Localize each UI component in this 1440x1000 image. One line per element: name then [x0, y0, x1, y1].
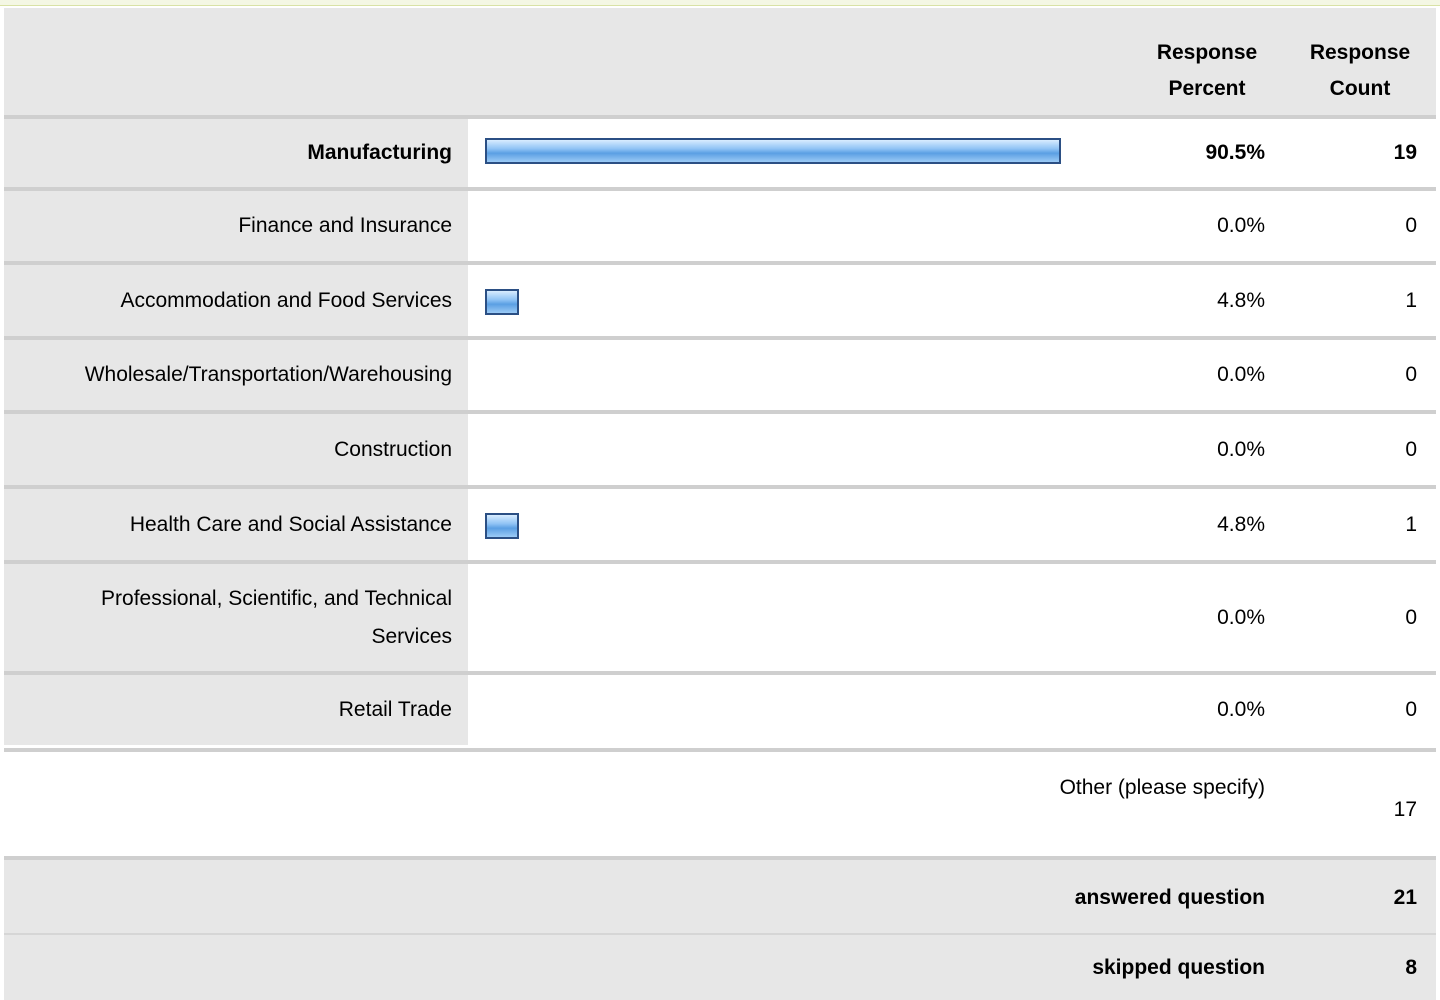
- response-count: 0: [1405, 698, 1417, 721]
- header-response-count: Response Count: [1309, 41, 1411, 100]
- category-label: Construction: [4, 414, 468, 485]
- response-bar: [485, 513, 519, 539]
- skipped-count: 8: [1405, 955, 1417, 979]
- answered-count: 21: [1393, 885, 1417, 909]
- table-row: Finance and Insurance 0.0% 0: [4, 187, 1436, 261]
- response-percent: 0.0%: [1217, 363, 1265, 386]
- response-count: 0: [1405, 605, 1417, 629]
- category-label-text: Construction: [334, 437, 452, 461]
- category-label: Health Care and Social Assistance: [4, 489, 468, 560]
- response-bar: [485, 138, 1061, 164]
- response-percent: 0.0%: [1217, 214, 1265, 237]
- table-row: Manufacturing 90.5% 19: [4, 115, 1436, 187]
- response-count: 1: [1405, 288, 1417, 312]
- category-label-text: Finance and Insurance: [238, 214, 452, 237]
- category-label: Finance and Insurance: [4, 191, 468, 261]
- survey-results-table: Response Percent Response Count Manufact…: [0, 0, 1440, 1000]
- category-label-text: Health Care and Social Assistance: [129, 512, 452, 536]
- skipped-label: skipped question: [1092, 955, 1265, 979]
- category-label-text: Retail Trade: [338, 698, 452, 721]
- table-row: Health Care and Social Assistance 4.8% 1: [4, 485, 1436, 560]
- table-row: Construction 0.0% 0: [4, 410, 1436, 485]
- response-percent: 0.0%: [1217, 605, 1265, 629]
- response-count: 0: [1405, 214, 1417, 237]
- response-percent: 0.0%: [1217, 437, 1265, 461]
- category-label-text: Manufacturing: [307, 141, 452, 164]
- category-label-line2: Services: [371, 624, 452, 648]
- category-label-line1: Professional, Scientific, and Technical: [101, 586, 452, 610]
- response-count: 0: [1405, 363, 1417, 386]
- other-row: Other (please specify) 17: [4, 748, 1436, 856]
- answered-label: answered question: [1074, 885, 1265, 909]
- table-row: Professional, Scientific, and Technical …: [4, 560, 1436, 671]
- response-percent: 4.8%: [1217, 512, 1265, 536]
- response-percent: 0.0%: [1217, 698, 1265, 721]
- category-label-text: Wholesale/Transportation/Warehousing: [84, 363, 452, 386]
- top-divider: [0, 0, 1440, 6]
- other-label: Other (please specify): [1059, 776, 1265, 799]
- category-label-text: Accommodation and Food Services: [120, 288, 453, 312]
- response-bar: [485, 289, 519, 315]
- category-label: Professional, Scientific, and Technical …: [4, 564, 468, 671]
- category-label: Accommodation and Food Services: [4, 265, 468, 336]
- category-label: Wholesale/Transportation/Warehousing: [4, 340, 468, 410]
- category-label: Manufacturing: [4, 119, 468, 187]
- other-count: 17: [1393, 798, 1417, 821]
- header-response-percent: Response Percent: [1156, 41, 1258, 100]
- response-percent: 4.8%: [1217, 288, 1265, 312]
- table-header: Response Percent Response Count: [4, 8, 1436, 115]
- table-row: Wholesale/Transportation/Warehousing 0.0…: [4, 336, 1436, 410]
- table-row: Accommodation and Food Services 4.8% 1: [4, 261, 1436, 336]
- category-label: Retail Trade: [4, 675, 468, 745]
- answered-row: answered question 21: [4, 856, 1436, 935]
- response-count: 19: [1393, 141, 1417, 164]
- table-row: Retail Trade 0.0% 0: [4, 671, 1436, 745]
- skipped-row: skipped question 8: [4, 933, 1436, 1000]
- response-count: 1: [1405, 512, 1417, 536]
- response-percent: 90.5%: [1205, 141, 1265, 164]
- response-count: 0: [1405, 437, 1417, 461]
